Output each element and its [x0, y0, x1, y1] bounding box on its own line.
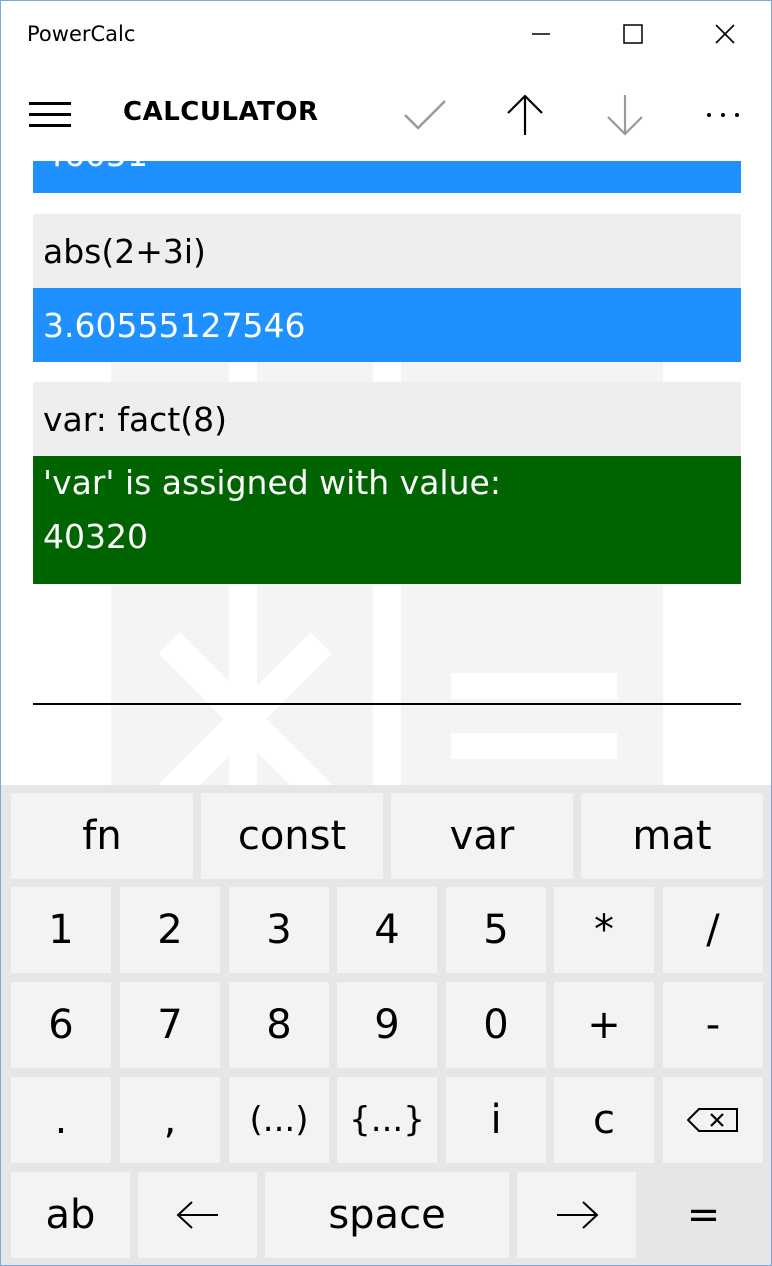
page-title: CALCULATOR [123, 97, 319, 127]
history-down-button[interactable] [595, 85, 655, 145]
cursor-left-button[interactable] [138, 1172, 257, 1258]
key-ab[interactable]: ab [11, 1172, 130, 1258]
key-7[interactable]: 7 [120, 982, 220, 1068]
history-up-button[interactable] [495, 85, 555, 145]
key-var[interactable]: var [391, 793, 573, 879]
backspace-icon [687, 1108, 738, 1132]
history-entry[interactable]: var: fact(8) 'var' is assigned with valu… [33, 382, 741, 584]
key-4[interactable]: 4 [337, 887, 437, 973]
key-3[interactable]: 3 [229, 887, 329, 973]
key-dot[interactable]: . [11, 1077, 111, 1163]
more-button[interactable] [693, 85, 753, 145]
minimize-icon [532, 33, 550, 35]
cursor-right-button[interactable] [517, 1172, 636, 1258]
arrow-left-icon [176, 1201, 218, 1229]
arrow-down-icon [607, 95, 643, 136]
key-6[interactable]: 6 [11, 982, 111, 1068]
result-value: 3.60555127546 [33, 288, 741, 362]
key-space[interactable]: space [265, 1172, 509, 1258]
key-9[interactable]: 9 [337, 982, 437, 1068]
expression-input[interactable] [33, 703, 741, 705]
key-fn[interactable]: fn [11, 793, 193, 879]
app-window: PowerCalc CALCULATOR abs(2+3i) 3.6055512… [0, 0, 772, 1266]
key-const[interactable]: const [201, 793, 383, 879]
history-entry[interactable]: 46051 [33, 161, 741, 193]
title-bar: PowerCalc [1, 1, 771, 67]
app-title: PowerCalc [27, 22, 136, 46]
result-value: 46051 [33, 161, 741, 193]
key-8[interactable]: 8 [229, 982, 329, 1068]
assignment-result: 'var' is assigned with value: 40320 [33, 456, 741, 584]
maximize-button[interactable] [587, 1, 679, 67]
keyboard: fn const var mat 1 2 3 4 5 * / 6 7 8 9 0… [1, 785, 771, 1265]
key-1[interactable]: 1 [11, 887, 111, 973]
app-bar: CALCULATOR [1, 67, 771, 161]
key-mat[interactable]: mat [581, 793, 763, 879]
assignment-message: 'var' is assigned with value: [43, 463, 501, 502]
arrow-right-icon [556, 1201, 598, 1229]
key-plus[interactable]: + [554, 982, 654, 1068]
key-5[interactable]: 5 [446, 887, 546, 973]
more-icon [707, 113, 739, 117]
key-minus[interactable]: - [663, 982, 763, 1068]
key-0[interactable]: 0 [446, 982, 546, 1068]
hamburger-menu-button[interactable] [29, 100, 73, 130]
key-parentheses[interactable]: (...) [229, 1077, 329, 1163]
arrow-up-icon [507, 94, 543, 135]
accept-button[interactable] [395, 85, 455, 145]
history-panel[interactable]: 46051 abs(2+3i) 3.60555127546 var: fact(… [1, 161, 771, 785]
close-button[interactable] [679, 1, 771, 67]
key-clear[interactable]: c [554, 1077, 654, 1163]
maximize-icon [623, 24, 643, 44]
minimize-button[interactable] [495, 1, 587, 67]
expression-text: var: fact(8) [33, 382, 741, 456]
key-2[interactable]: 2 [120, 887, 220, 973]
key-comma[interactable]: , [120, 1077, 220, 1163]
assignment-value: 40320 [43, 517, 148, 556]
key-multiply[interactable]: * [554, 887, 654, 973]
close-icon [715, 24, 735, 44]
check-icon [404, 100, 446, 130]
key-divide[interactable]: / [663, 887, 763, 973]
expression-text: abs(2+3i) [33, 214, 741, 288]
key-equals[interactable]: = [644, 1172, 763, 1258]
backspace-button[interactable] [663, 1077, 763, 1163]
key-imaginary[interactable]: i [446, 1077, 546, 1163]
history-entry[interactable]: abs(2+3i) 3.60555127546 [33, 214, 741, 362]
key-braces[interactable]: {...} [337, 1077, 437, 1163]
